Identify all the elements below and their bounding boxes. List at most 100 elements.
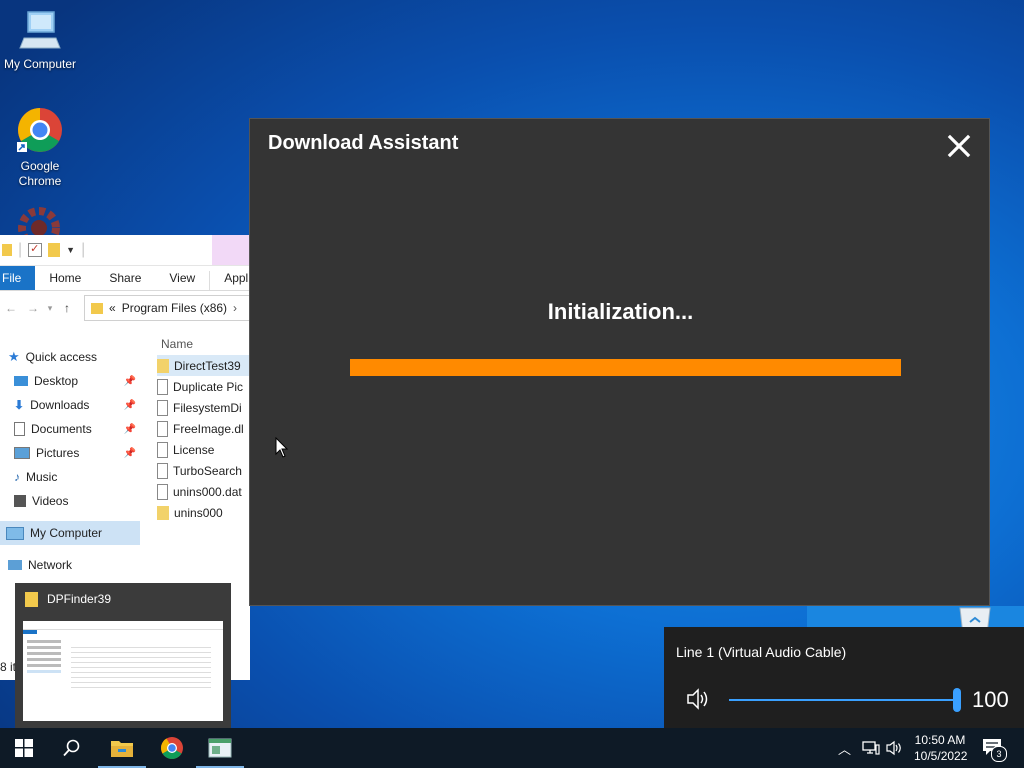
- installer-icon: [157, 505, 169, 520]
- nav-desktop[interactable]: Desktop 📌: [0, 369, 140, 393]
- recycle-bin-icon[interactable]: [956, 606, 994, 628]
- volume-level: 100: [972, 687, 1009, 712]
- file-icon: [157, 399, 168, 416]
- address-path: Program Files (x86): [121, 301, 228, 315]
- download-assistant-dialog: Download Assistant Initialization...: [249, 118, 990, 606]
- taskbar-installer-app[interactable]: [196, 728, 244, 768]
- network-icon[interactable]: [862, 740, 880, 756]
- dialog-title: Download Assistant: [268, 132, 459, 154]
- volume-flyout: Line 1 (Virtual Audio Cable) 100: [664, 627, 1024, 728]
- download-arrow-icon: ⬇: [14, 398, 25, 412]
- file-explorer-icon: [111, 741, 133, 757]
- file-icon: [157, 483, 168, 500]
- breadcrumb-chevron-icon[interactable]: ›: [233, 301, 237, 315]
- close-button[interactable]: [944, 131, 974, 161]
- pin-icon[interactable]: 📌: [124, 376, 136, 387]
- nav-downloads[interactable]: ⬇ Downloads 📌: [0, 393, 140, 417]
- file-row[interactable]: DirectTest39: [157, 355, 250, 376]
- file-row[interactable]: FreeImage.dl: [157, 418, 250, 439]
- up-arrow-icon[interactable]: ↑: [56, 301, 78, 315]
- file-name: Duplicate Pic: [173, 379, 244, 394]
- pin-icon[interactable]: 📌: [124, 424, 136, 435]
- folder-icon[interactable]: [2, 244, 12, 256]
- nav-label: Network: [28, 558, 73, 572]
- clock[interactable]: 10:50 AM 10/5/2022: [914, 732, 967, 764]
- quick-access-toolbar: | ✓ ▼ |: [0, 235, 250, 266]
- separator: |: [18, 241, 23, 258]
- star-icon: ★: [8, 349, 20, 364]
- network-icon: [8, 560, 22, 570]
- pictures-icon: [14, 447, 30, 459]
- file-name: FreeImage.dl: [173, 421, 244, 436]
- dll-file-icon: [157, 420, 168, 437]
- nav-label: Pictures: [36, 446, 80, 460]
- desktop-icon-label: My Computer: [3, 57, 77, 71]
- start-button[interactable]: [0, 728, 48, 768]
- desktop-icon-my-computer[interactable]: My Computer: [0, 8, 80, 72]
- volume-slider-track[interactable]: [729, 699, 959, 701]
- volume-slider-thumb[interactable]: [953, 688, 961, 712]
- file-icon: [157, 441, 168, 458]
- chrome-icon: [161, 737, 183, 759]
- desktop-icon-label: Google Chrome: [18, 159, 62, 188]
- properties-icon[interactable]: ✓: [28, 243, 43, 257]
- nav-my-computer[interactable]: My Computer: [0, 521, 140, 545]
- tab-file[interactable]: File: [0, 266, 36, 290]
- taskbar-file-explorer[interactable]: [98, 728, 146, 768]
- forward-arrow-icon[interactable]: →: [22, 301, 44, 315]
- nav-quick-access[interactable]: ★ Quick access: [0, 345, 140, 369]
- audio-device-name[interactable]: Line 1 (Virtual Audio Cable): [676, 644, 846, 660]
- file-name: unins000.dat: [173, 484, 242, 499]
- tab-application-tools[interactable]: Appl: [209, 271, 250, 290]
- nav-label: My Computer: [30, 526, 103, 540]
- search-button[interactable]: [48, 728, 96, 768]
- volume-tray-icon[interactable]: [886, 740, 904, 756]
- file-row[interactable]: Duplicate Pic: [157, 376, 250, 397]
- file-row[interactable]: unins000: [157, 502, 250, 523]
- show-hidden-icons-chevron[interactable]: ︿: [838, 739, 851, 758]
- pin-icon[interactable]: 📌: [124, 400, 136, 411]
- nav-network[interactable]: Network: [0, 553, 140, 577]
- new-folder-icon[interactable]: [48, 243, 61, 257]
- nav-pictures[interactable]: Pictures 📌: [0, 441, 140, 465]
- nav-label: Downloads: [30, 398, 90, 412]
- customize-toolbar-chevron-icon[interactable]: ▼: [66, 245, 75, 255]
- file-icon: [157, 462, 168, 479]
- file-name: unins000: [174, 505, 223, 520]
- navigation-pane: ★ Quick access Desktop 📌 ⬇ Downloads 📌 D…: [0, 345, 140, 577]
- nav-label: Documents: [31, 422, 92, 436]
- back-arrow-icon[interactable]: ←: [0, 301, 22, 315]
- thumbnail-title: DPFinder39: [47, 592, 112, 606]
- videos-icon: [14, 495, 26, 507]
- action-center-button[interactable]: 3: [982, 738, 1007, 762]
- nav-music[interactable]: ♪ Music: [0, 465, 140, 489]
- file-row[interactable]: unins000.dat: [157, 481, 250, 502]
- column-header-name[interactable]: Name: [157, 333, 250, 355]
- file-row[interactable]: License: [157, 439, 250, 460]
- contextual-tab-highlight: [212, 235, 250, 265]
- tab-share[interactable]: Share: [95, 271, 155, 290]
- file-row[interactable]: FilesystemDi: [157, 397, 250, 418]
- address-bar[interactable]: « Program Files (x86) ›: [84, 295, 250, 321]
- nav-videos[interactable]: Videos: [0, 489, 140, 513]
- volume-slider-fill: [729, 699, 959, 701]
- speaker-icon[interactable]: [686, 687, 712, 711]
- windows-logo-icon: [15, 739, 33, 757]
- tab-home[interactable]: Home: [35, 271, 95, 290]
- pin-icon[interactable]: 📌: [124, 448, 136, 459]
- recent-chevron-icon[interactable]: ▾: [44, 303, 56, 314]
- file-list: Name DirectTest39 Duplicate Pic Filesyst…: [157, 333, 250, 523]
- taskbar-google-chrome[interactable]: [148, 728, 196, 768]
- file-row[interactable]: TurboSearch: [157, 460, 250, 481]
- nav-documents[interactable]: Documents 📌: [0, 417, 140, 441]
- progress-bar-fill: [350, 359, 901, 376]
- separator: |: [81, 241, 86, 258]
- taskbar: ︿ 10:50 AM 10/5/2022 3: [0, 728, 1024, 768]
- file-icon: [157, 378, 168, 395]
- desktop-icon-google-chrome[interactable]: Google Chrome: [0, 106, 80, 189]
- taskbar-thumbnail-preview[interactable]: DPFinder39: [15, 583, 231, 728]
- close-icon: [947, 134, 971, 158]
- tab-view[interactable]: View: [155, 271, 209, 290]
- address-overflow-chevron[interactable]: «: [109, 301, 116, 315]
- progress-bar: [350, 359, 901, 376]
